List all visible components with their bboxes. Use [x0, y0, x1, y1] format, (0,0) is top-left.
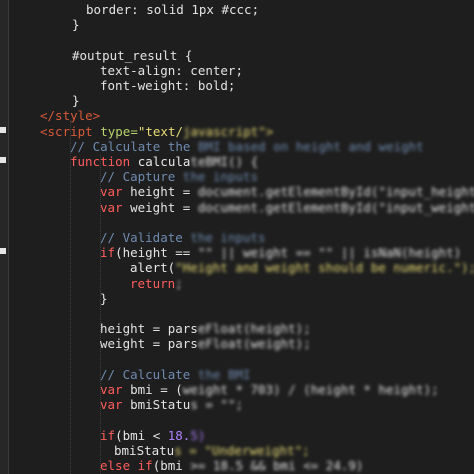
blurred-code-token: "Height and weight should be numeric.");	[175, 260, 474, 276]
code-line: // Validate the inputs	[100, 230, 266, 245]
blurred-code-token: javascript">	[183, 123, 274, 139]
code-token: // Capture	[100, 169, 183, 185]
code-line: var height = document.getElementById("in…	[100, 184, 474, 199]
code-token: // Validate	[100, 230, 191, 245]
blurred-code-token: the inputs	[190, 230, 266, 245]
code-line: else if(bmi >= 18.5 && bmi <= 24.9)	[100, 458, 363, 473]
code-line: if(height == "" || weight == "" || isNaN…	[100, 245, 461, 260]
fold-marker-icon[interactable]	[0, 127, 6, 133]
code-token: weight =	[130, 199, 198, 215]
code-token: var	[100, 199, 131, 215]
code-token: else	[100, 458, 138, 473]
code-token: bmiStatu	[130, 397, 191, 413]
code-area[interactable]: border: solid 1px #ccc;} #output_result {…	[14, 0, 474, 474]
code-token: </style>	[40, 108, 101, 124]
code-line: #output_result {	[72, 48, 192, 63]
blurred-code-token: teBMI() {	[190, 154, 259, 169]
code-line: // Calculate the BMI based on height and…	[70, 139, 424, 154]
code-token: }	[100, 290, 108, 306]
code-line: if(bmi < 18.5)	[100, 428, 205, 443]
code-token: // Calculate	[100, 366, 198, 382]
code-line: return;	[130, 276, 183, 291]
blurred-code-token: "" || weight == "" || isNaN(height)	[197, 245, 462, 261]
code-token: if	[100, 245, 116, 261]
code-line: var bmi = (weight * 703) / (height * hei…	[100, 382, 439, 397]
fold-marker-icon[interactable]	[0, 248, 6, 254]
code-line: // Capture the inputs	[100, 169, 258, 184]
blurred-code-token: the inputs	[182, 169, 259, 185]
code-token: type=	[100, 123, 138, 139]
blurred-code-token: >= 18.5 && bmi <= 24.9)	[190, 458, 364, 473]
code-token: return	[130, 275, 176, 291]
blurred-code-token: document.getElementById("input_weight")	[197, 199, 474, 215]
code-token: if	[100, 427, 116, 443]
code-line: }	[72, 17, 80, 32]
code-token: var	[100, 382, 131, 397]
blurred-code-token: BMI based on height and weight	[197, 138, 424, 154]
blurred-code-token: s = "";	[190, 397, 244, 413]
code-token: }	[72, 93, 80, 109]
blurred-code-token: weight * 703) / (height * height);	[182, 382, 439, 397]
code-token: var	[100, 184, 131, 200]
code-token: (bmi	[152, 458, 191, 473]
code-token: height = pars	[100, 321, 198, 337]
code-line: }	[100, 291, 108, 306]
blurred-code-token: 5)	[190, 427, 206, 443]
code-token: (bmi <	[115, 427, 168, 443]
code-line: }	[72, 93, 80, 108]
blurred-code-token: ;	[175, 275, 183, 291]
code-line: var weight = document.getElementById("in…	[100, 200, 474, 215]
code-token: function	[70, 154, 138, 169]
code-token: if	[137, 458, 153, 473]
code-token: "text/	[137, 123, 184, 139]
code-line: text-align: center;	[100, 63, 243, 78]
code-token: bmiStatu	[114, 442, 175, 458]
code-line: alert("Height and weight should be numer…	[130, 260, 474, 275]
editor-gutter	[0, 0, 9, 474]
blurred-code-token: s = "Underweight";	[174, 442, 310, 458]
code-line: var bmiStatus = "";	[100, 397, 243, 412]
code-token: calcula	[137, 154, 191, 169]
code-line: font-weight: bold;	[100, 78, 235, 93]
code-editor[interactable]: border: solid 1px #ccc;} #output_result {…	[0, 0, 474, 474]
code-line: border: solid 1px #ccc;	[86, 2, 259, 17]
code-line: </style>	[40, 108, 100, 123]
code-line: height = parseFloat(height);	[100, 321, 311, 336]
code-token: // Calculate the	[70, 138, 198, 154]
code-token: var	[100, 397, 131, 413]
fold-marker-icon[interactable]	[0, 157, 6, 163]
blurred-code-token: eFloat(height);	[197, 321, 311, 337]
code-line: function calculateBMI() {	[70, 154, 258, 169]
code-line: weight = parseFloat(weight);	[100, 336, 311, 351]
code-token: height =	[130, 184, 198, 200]
code-token: weight = pars	[100, 336, 198, 352]
code-line: bmiStatus = "Underweight";	[114, 443, 310, 458]
code-token: <script	[40, 123, 101, 139]
blurred-code-token: the BMI	[197, 366, 251, 382]
code-token: 18.	[167, 427, 191, 443]
code-token: border: solid 1px #ccc;	[86, 2, 260, 17]
code-token: #output_result {	[72, 47, 193, 63]
code-token: text-align: center;	[100, 62, 243, 78]
code-token: bmi = (	[130, 382, 183, 397]
code-token: alert(	[130, 260, 176, 276]
indent-guide	[70, 120, 71, 474]
blurred-code-token: eFloat(weight);	[197, 336, 311, 352]
code-line: // Calculate the BMI	[100, 367, 251, 382]
code-token: }	[72, 17, 80, 33]
code-token: (height ==	[115, 245, 198, 261]
code-line: <script type="text/javascript">	[40, 124, 273, 139]
code-token: font-weight: bold;	[100, 78, 236, 93]
blurred-code-token: document.getElementById("input_height")	[197, 184, 474, 200]
